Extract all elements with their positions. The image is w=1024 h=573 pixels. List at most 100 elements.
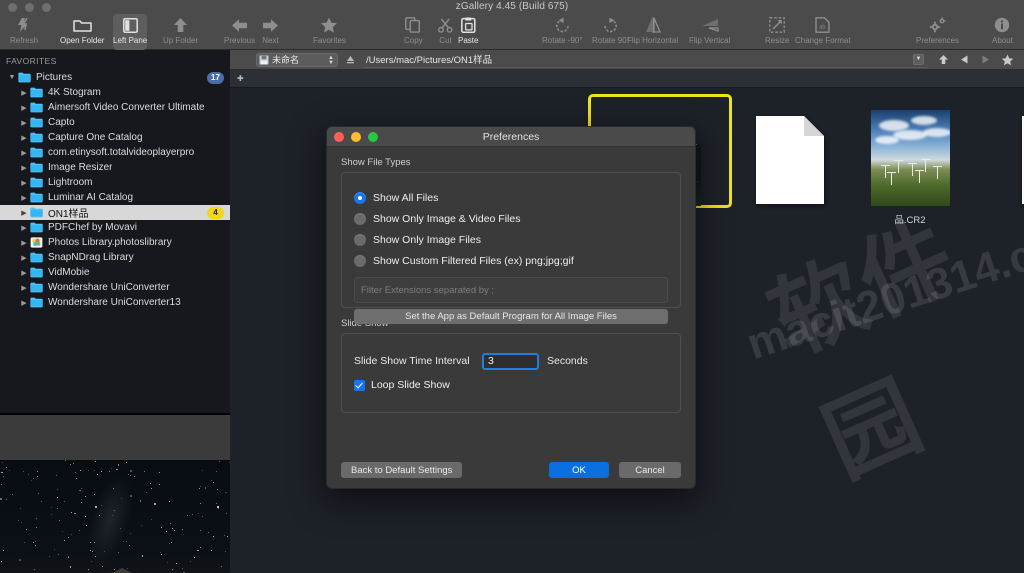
sidebar-item-capture-one-catalog[interactable]: ▶ Capture One Catalog bbox=[0, 130, 230, 145]
dialog-traffic-lights[interactable] bbox=[334, 132, 378, 142]
drive-icon bbox=[259, 54, 269, 65]
star-dot bbox=[18, 559, 21, 561]
sidebar-item-wondershare-uniconverter13[interactable]: ▶ Wondershare UniConverter13 bbox=[0, 295, 230, 310]
sidebar-item-com-etinysoft-totalvideoplayerpro[interactable]: ▶ com.etinysoft.totalvideoplayerpro bbox=[0, 145, 230, 160]
set-default-program-button[interactable]: Set the App as Default Program for All I… bbox=[354, 309, 668, 324]
sidebar-item-on1[interactable]: ▶ ON1样品 4 bbox=[0, 205, 230, 220]
toolbar-button-rotate-90[interactable]: Rotate -90° bbox=[542, 14, 583, 50]
eject-icon[interactable] bbox=[346, 55, 355, 64]
file-item[interactable]: ON1样品.on1 bbox=[986, 96, 1024, 226]
sidebar-item-lightroom[interactable]: ▶ Lightroom bbox=[0, 175, 230, 190]
radio-option-3[interactable]: Show Custom Filtered Files (ex) png;jpg;… bbox=[354, 250, 668, 271]
volume-selector[interactable]: 未命名 ▲ ▼ bbox=[256, 52, 338, 67]
dialog-minimize-button[interactable] bbox=[351, 132, 361, 142]
chevron-down-icon[interactable]: ▼ bbox=[913, 53, 924, 65]
disclosure-triangle-icon[interactable]: ▶ bbox=[18, 119, 30, 127]
toolbar-button-paste[interactable]: Paste bbox=[458, 14, 478, 50]
toolbar-button-open-folder[interactable]: Open Folder bbox=[60, 14, 104, 50]
radio-option-2[interactable]: Show Only Image Files bbox=[354, 229, 668, 250]
disclosure-triangle-icon[interactable]: ▶ bbox=[18, 134, 30, 142]
star-dot bbox=[69, 565, 72, 568]
loop-slide-show-row[interactable]: Loop Slide Show bbox=[354, 374, 668, 396]
sidebar-item-luminar-ai-catalog[interactable]: ▶ Luminar AI Catalog bbox=[0, 190, 230, 205]
slide-show-interval-input[interactable]: 3 bbox=[482, 352, 539, 370]
toolbar-button-left-pane[interactable]: Left Pane bbox=[113, 14, 148, 50]
sidebar-item-wondershare-uniconverter[interactable]: ▶ Wondershare UniConverter bbox=[0, 280, 230, 295]
sidebar-item-image-resizer[interactable]: ▶ Image Resizer bbox=[0, 160, 230, 175]
path-input[interactable]: /Users/mac/Pictures/ON1样品 ▼ bbox=[363, 51, 928, 68]
sort-bar[interactable]: ✚ bbox=[230, 70, 1024, 88]
sidebar-item-photos-library-photoslibrary[interactable]: ▶ Photos Library.photoslibrary bbox=[0, 235, 230, 250]
toolbar-button-preferences[interactable]: Preferences bbox=[916, 14, 959, 50]
star-dot bbox=[5, 498, 7, 500]
toolbar-button-rotate-90[interactable]: Rotate 90° bbox=[592, 14, 630, 50]
star-dot bbox=[140, 524, 142, 526]
filter-extensions-input[interactable]: Filter Extensions separated by ; bbox=[354, 277, 668, 303]
sidebar-item-capto[interactable]: ▶ Capto bbox=[0, 115, 230, 130]
dialog-close-button[interactable] bbox=[334, 132, 344, 142]
back-to-default-settings-button[interactable]: Back to Default Settings bbox=[341, 462, 463, 478]
radio-option-0[interactable]: Show All Files bbox=[354, 187, 668, 208]
ok-button[interactable]: OK bbox=[549, 462, 609, 478]
arrow-right-icon bbox=[262, 16, 279, 34]
disclosure-triangle-icon[interactable]: ▶ bbox=[18, 224, 30, 232]
file-thumbnail[interactable] bbox=[720, 96, 860, 206]
favorites-tree[interactable]: FAVORITES ▼ Pictures 17 ▶ 4K Stogram ▶ Aimerso… bbox=[0, 50, 230, 365]
sidebar-item-pdfchef-by-movavi[interactable]: ▶ PDFChef by Movavi bbox=[0, 220, 230, 235]
disclosure-triangle-icon[interactable]: ▶ bbox=[18, 209, 30, 217]
back-button[interactable] bbox=[959, 54, 970, 65]
disclosure-triangle-icon[interactable]: ▶ bbox=[18, 299, 30, 307]
toolbar-button-previous[interactable]: Previous bbox=[224, 14, 255, 50]
toolbar-button-favorites[interactable]: Favorites bbox=[313, 14, 346, 50]
cancel-button[interactable]: Cancel bbox=[619, 462, 681, 478]
file-thumbnail[interactable] bbox=[986, 96, 1024, 206]
toolbar-button-flip-horizontal[interactable]: Flip Horizontal bbox=[627, 14, 678, 50]
file-item[interactable]: 品.CR2 bbox=[840, 96, 980, 226]
disclosure-triangle-icon[interactable]: ▶ bbox=[18, 284, 30, 292]
disclosure-triangle-icon[interactable]: ▶ bbox=[18, 194, 30, 202]
toolbar-button-change-format[interactable]: ab Change Format bbox=[795, 14, 851, 50]
disclosure-triangle-icon[interactable]: ▶ bbox=[18, 104, 30, 112]
toolbar-button-up-folder[interactable]: Up Folder bbox=[163, 14, 198, 50]
toolbar-button-flip-vertical[interactable]: Flip Vertical bbox=[689, 14, 730, 50]
radio-button[interactable] bbox=[354, 233, 366, 246]
disclosure-triangle-icon[interactable]: ▶ bbox=[18, 179, 30, 187]
radio-button[interactable] bbox=[354, 212, 366, 225]
disclosure-triangle-icon[interactable]: ▶ bbox=[18, 254, 30, 262]
seconds-label: Seconds bbox=[547, 355, 588, 367]
file-thumbnail[interactable] bbox=[840, 96, 980, 206]
sidebar-item-pictures[interactable]: ▼ Pictures 17 bbox=[0, 70, 230, 85]
loop-slide-show-checkbox[interactable] bbox=[354, 379, 365, 391]
up-folder-button[interactable] bbox=[938, 54, 949, 65]
disclosure-triangle-icon[interactable]: ▶ bbox=[18, 269, 30, 277]
file-item[interactable] bbox=[720, 96, 860, 212]
toolbar-button-resize[interactable]: Resize bbox=[765, 14, 789, 50]
star-dot bbox=[201, 469, 203, 471]
star-dot bbox=[130, 495, 133, 497]
radio-option-1[interactable]: Show Only Image & Video Files bbox=[354, 208, 668, 229]
sidebar-item-4k-stogram[interactable]: ▶ 4K Stogram bbox=[0, 85, 230, 100]
star-dot bbox=[110, 467, 112, 469]
forward-button[interactable] bbox=[980, 54, 991, 65]
toolbar-button-next[interactable]: Next bbox=[262, 14, 279, 50]
toolbar-button-refresh[interactable]: Refresh bbox=[10, 14, 38, 50]
disclosure-triangle-icon[interactable]: ▶ bbox=[18, 89, 30, 97]
star-dot bbox=[129, 544, 131, 546]
radio-button[interactable] bbox=[354, 191, 366, 204]
sidebar-item-vidmobie[interactable]: ▶ VidMobie bbox=[0, 265, 230, 280]
disclosure-triangle-icon[interactable]: ▼ bbox=[6, 74, 18, 81]
toolbar-button-label: Rotate -90° bbox=[542, 36, 583, 45]
disclosure-triangle-icon[interactable]: ▶ bbox=[18, 164, 30, 172]
dialog-zoom-button[interactable] bbox=[368, 132, 378, 142]
toolbar-button-about[interactable]: About bbox=[992, 14, 1013, 50]
sidebar-item-snapndrag-library[interactable]: ▶ SnapNDrag Library bbox=[0, 250, 230, 265]
favorite-button[interactable] bbox=[1001, 54, 1014, 66]
star-dot bbox=[134, 475, 136, 477]
disclosure-triangle-icon[interactable]: ▶ bbox=[18, 239, 30, 247]
sidebar-item-aimersoft-video-converter-ultimate[interactable]: ▶ Aimersoft Video Converter Ultimate bbox=[0, 100, 230, 115]
radio-button[interactable] bbox=[354, 254, 366, 267]
star-dot bbox=[221, 566, 223, 568]
toolbar-button-cut[interactable]: Cut bbox=[438, 14, 453, 50]
toolbar-button-copy[interactable]: Copy bbox=[404, 14, 423, 50]
disclosure-triangle-icon[interactable]: ▶ bbox=[18, 149, 30, 157]
